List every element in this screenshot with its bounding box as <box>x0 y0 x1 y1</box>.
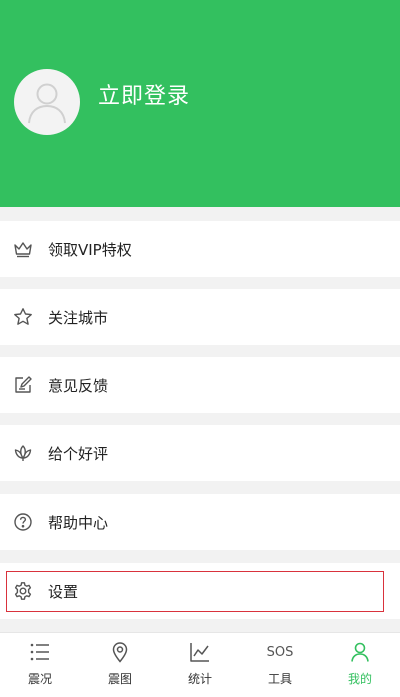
profile-header: 立即登录 <box>0 0 400 207</box>
edit-note-icon <box>12 374 34 396</box>
menu-item-help[interactable]: 帮助中心 <box>0 494 400 550</box>
star-icon <box>12 306 34 328</box>
tab-label: 工具 <box>267 672 292 686</box>
login-button[interactable]: 立即登录 <box>98 82 190 112</box>
menu-item-feedback[interactable]: 意见反馈 <box>0 357 400 413</box>
tab-label: 统计 <box>187 672 212 686</box>
sos-icon-text: SOS <box>266 644 294 660</box>
chart-icon <box>189 640 211 664</box>
menu-item-label: 给个好评 <box>48 444 109 463</box>
menu-item-label: 帮助中心 <box>48 513 109 532</box>
menu-item-label: 意见反馈 <box>48 376 109 395</box>
tab-mine[interactable]: 我的 <box>320 633 400 697</box>
map-pin-icon <box>109 640 131 664</box>
menu-item-settings[interactable]: 设置 <box>0 563 400 619</box>
tab-label: 震况 <box>27 672 52 686</box>
menu-item-label: 领取VIP特权 <box>48 240 132 259</box>
menu-item-follow-city[interactable]: 关注城市 <box>0 289 400 345</box>
tab-tools[interactable]: SOS 工具 <box>240 633 320 697</box>
tab-earthquake-map[interactable]: 震图 <box>80 633 160 697</box>
lotus-icon <box>12 442 34 464</box>
menu-item-label: 关注城市 <box>48 308 109 327</box>
list-icon <box>29 640 51 664</box>
sos-icon: SOS <box>267 640 294 664</box>
tab-label: 我的 <box>347 672 372 686</box>
bottom-tab-bar: 震况 震图 统计 SOS 工具 我的 <box>0 632 400 697</box>
question-circle-icon <box>12 511 34 533</box>
menu-item-rate[interactable]: 给个好评 <box>0 425 400 481</box>
tab-label: 震图 <box>107 672 132 686</box>
menu-item-vip[interactable]: 领取VIP特权 <box>0 221 400 277</box>
menu-item-label: 设置 <box>48 582 79 601</box>
tab-statistics[interactable]: 统计 <box>160 633 240 697</box>
person-icon <box>349 640 371 664</box>
user-avatar-icon[interactable] <box>14 69 80 135</box>
crown-icon <box>12 238 34 260</box>
gear-icon <box>12 580 34 602</box>
tab-earthquake-list[interactable]: 震况 <box>0 633 80 697</box>
